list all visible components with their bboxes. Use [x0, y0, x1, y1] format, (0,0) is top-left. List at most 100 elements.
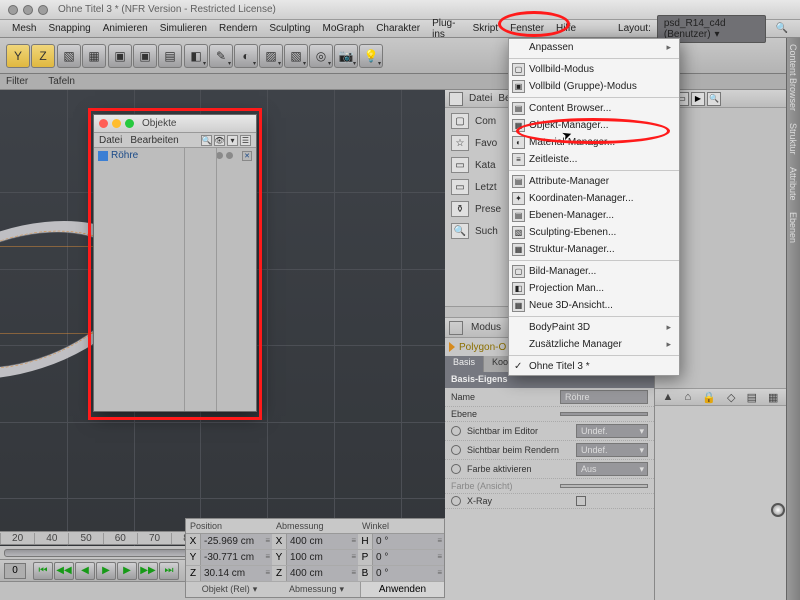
generator-icon[interactable]: ▨▾: [259, 44, 283, 68]
menu-sculpting[interactable]: Sculpting: [263, 21, 316, 36]
scene-icon[interactable]: ▦: [82, 44, 106, 68]
menu-koordinaten-manager[interactable]: ✦Koordinaten-Manager...: [509, 190, 679, 207]
pos-z[interactable]: 30.14 cm: [200, 566, 272, 581]
goto-start-icon[interactable]: ⏮: [33, 562, 53, 580]
menu-objekt-manager[interactable]: ▦Objekt-Manager...: [509, 117, 679, 134]
color-picker-icon[interactable]: [771, 503, 785, 517]
menu-vollbild[interactable]: ▢Vollbild-Modus: [509, 61, 679, 78]
dim-y[interactable]: 100 cm: [286, 550, 358, 565]
vis-editor-radio[interactable]: [451, 426, 461, 436]
render-icon[interactable]: ▣: [108, 44, 132, 68]
menu-charakter[interactable]: Charakter: [370, 21, 426, 36]
layer-input[interactable]: [560, 412, 648, 416]
deformer-icon[interactable]: ▧▾: [284, 44, 308, 68]
objwin-zoom-icon[interactable]: [125, 119, 134, 128]
menu-zeitleiste[interactable]: ≡Zeitleiste...: [509, 151, 679, 168]
menu-material-manager[interactable]: ◐Material-Manager...: [509, 134, 679, 151]
objwin-bearbeiten[interactable]: Bearbeiten: [130, 135, 178, 146]
cb-datei[interactable]: Datei: [469, 93, 492, 104]
tab-basis[interactable]: Basis: [445, 356, 484, 372]
menu-vollbild-gruppe[interactable]: ▣Vollbild (Gruppe)-Modus: [509, 78, 679, 95]
back-icon[interactable]: [449, 92, 463, 106]
objwin-filter-icon[interactable]: ▾: [227, 135, 238, 146]
menu-zusaetzliche[interactable]: Zusätzliche Manager▸: [509, 336, 679, 353]
objwin-menu-icon[interactable]: ☰: [240, 135, 251, 146]
object-row-roehre[interactable]: Röhre ✕: [94, 148, 256, 163]
menu-anpassen[interactable]: Anpassen▸: [509, 39, 679, 56]
tab-content-browser[interactable]: Content Browser: [787, 38, 799, 117]
ang-p[interactable]: 0 °: [372, 550, 444, 565]
nurbs-icon[interactable]: ◐▾: [234, 44, 258, 68]
xray-checkbox[interactable]: [576, 496, 586, 506]
objwin-min-icon[interactable]: [112, 119, 121, 128]
next-key-icon[interactable]: ▶▶: [138, 562, 158, 580]
menu-mograph[interactable]: MoGraph: [317, 21, 371, 36]
filter-label[interactable]: Filter: [6, 76, 28, 87]
objwin-search-icon[interactable]: 🔍: [201, 135, 212, 146]
spline-pen-icon[interactable]: ✎▾: [209, 44, 233, 68]
menu-sculpting-ebenen[interactable]: ▧Sculpting-Ebenen...: [509, 224, 679, 241]
close-icon[interactable]: [8, 5, 18, 15]
primitive-cube-icon[interactable]: ◧▾: [184, 44, 208, 68]
nav-new-icon[interactable]: ◇: [727, 391, 735, 404]
color-activate-select[interactable]: Aus: [576, 462, 648, 476]
menu-rendern[interactable]: Rendern: [213, 21, 263, 36]
tab-attribute[interactable]: Attribute: [787, 161, 799, 207]
color-swatch[interactable]: [560, 484, 648, 488]
xray-radio[interactable]: [451, 496, 461, 506]
render-region-icon[interactable]: ▣: [133, 44, 157, 68]
goto-end-icon[interactable]: ⏭: [159, 562, 179, 580]
menu-struktur-manager[interactable]: ▦Struktur-Manager...: [509, 241, 679, 258]
dim-x[interactable]: 400 cm: [286, 534, 358, 549]
nav-grid-icon[interactable]: ▦: [768, 391, 778, 404]
menu-skript[interactable]: Skript: [467, 21, 505, 36]
axis-z-button[interactable]: Z: [31, 44, 55, 68]
light-icon[interactable]: 💡▾: [359, 44, 383, 68]
nav-home-icon[interactable]: ⌂: [685, 391, 692, 403]
bm-fwd-icon[interactable]: ▶: [691, 92, 705, 106]
prev-key-icon[interactable]: ◀◀: [54, 562, 74, 580]
menu-fenster[interactable]: Fenster: [504, 21, 550, 36]
environment-icon[interactable]: ◎▾: [309, 44, 333, 68]
tab-ebenen[interactable]: Ebenen: [787, 206, 799, 249]
axis-y-button[interactable]: Y: [6, 44, 30, 68]
objwin-close-icon[interactable]: [99, 119, 108, 128]
menu-current-doc[interactable]: Ohne Titel 3 *: [509, 358, 679, 375]
menu-simulieren[interactable]: Simulieren: [154, 21, 213, 36]
camera-icon[interactable]: 📷▾: [334, 44, 358, 68]
search-icon[interactable]: 🔍: [770, 21, 794, 36]
phong-tag-icon[interactable]: ✕: [242, 151, 252, 161]
nav-lock-icon[interactable]: 🔒: [702, 391, 716, 404]
mode-icon[interactable]: [449, 321, 463, 335]
vis-render-select[interactable]: Undef.: [576, 443, 648, 457]
menu-bild-manager[interactable]: ▢Bild-Manager...: [509, 263, 679, 280]
menu-mesh[interactable]: Mesh: [6, 21, 42, 36]
bm-search-icon[interactable]: 🔍: [707, 92, 721, 106]
menu-plugins[interactable]: Plug-ins: [426, 16, 466, 42]
vis-render-radio[interactable]: [451, 445, 461, 455]
attr-mode[interactable]: Modus: [471, 322, 501, 333]
apply-button[interactable]: Anwenden: [360, 582, 444, 597]
name-input[interactable]: Röhre: [560, 390, 648, 404]
menu-projection-manager[interactable]: ◧Projection Man...: [509, 280, 679, 297]
menu-neue-3d-ansicht[interactable]: ▦Neue 3D-Ansicht...: [509, 297, 679, 314]
ang-b[interactable]: 0 °: [372, 566, 444, 581]
nav-list-icon[interactable]: ▤: [747, 391, 757, 404]
menu-hilfe[interactable]: Hilfe: [550, 21, 582, 36]
objwin-eye-icon[interactable]: 👁: [214, 135, 225, 146]
cube-icon[interactable]: ▧: [57, 44, 81, 68]
menu-snapping[interactable]: Snapping: [42, 21, 96, 36]
menu-content-browser[interactable]: ▤Content Browser...: [509, 100, 679, 117]
menu-ebenen-manager[interactable]: ▤Ebenen-Manager...: [509, 207, 679, 224]
ang-h[interactable]: 0 °: [372, 534, 444, 549]
minimize-icon[interactable]: [23, 5, 33, 15]
object-manager-window[interactable]: Objekte Datei Bearbeiten 🔍 👁 ▾ ☰ Röhre ✕: [93, 114, 257, 412]
dim-z[interactable]: 400 cm: [286, 566, 358, 581]
color-radio[interactable]: [451, 464, 461, 474]
frame-field[interactable]: 0: [4, 563, 26, 579]
coord-mode-select[interactable]: Objekt (Rel): [186, 582, 273, 597]
nav-up-icon[interactable]: ▲: [663, 391, 674, 403]
tafeln-label[interactable]: Tafeln: [48, 76, 75, 87]
next-frame-icon[interactable]: ▶: [117, 562, 137, 580]
objwin-datei[interactable]: Datei: [99, 135, 122, 146]
